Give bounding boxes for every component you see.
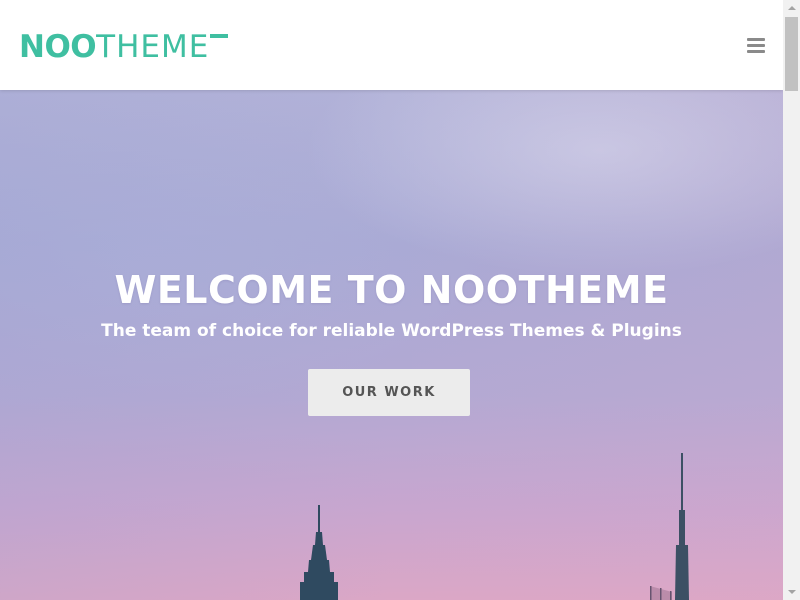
logo-theme: THEME — [96, 28, 210, 65]
hero-title: WELCOME TO NOOTHEME — [114, 268, 669, 312]
hero-section: WELCOME TO NOOTHEME The team of choice f… — [0, 90, 783, 600]
scroll-down-arrow-icon[interactable] — [783, 583, 800, 600]
vertical-scrollbar[interactable] — [783, 0, 800, 600]
hero-subtitle: The team of choice for reliable WordPres… — [101, 321, 682, 341]
our-work-button[interactable]: OUR WORK — [308, 369, 470, 416]
scrollbar-thumb[interactable] — [785, 17, 798, 91]
logo-dash — [210, 34, 229, 38]
site-header: NOOTHEME — [0, 0, 783, 90]
hamburger-menu-icon[interactable] — [745, 36, 767, 54]
hero-overlay — [0, 90, 783, 600]
menu-bar — [747, 44, 765, 47]
menu-bar — [747, 38, 765, 41]
scroll-up-arrow-icon[interactable] — [783, 0, 800, 17]
menu-bar — [747, 50, 765, 53]
logo-wordmark: NOOTHEME — [19, 28, 210, 65]
site-logo[interactable]: NOOTHEME — [19, 28, 229, 65]
logo-noo: NOO — [19, 28, 97, 65]
page: NOOTHEME WELCOME TO NOOTHEME The team of… — [0, 0, 800, 600]
